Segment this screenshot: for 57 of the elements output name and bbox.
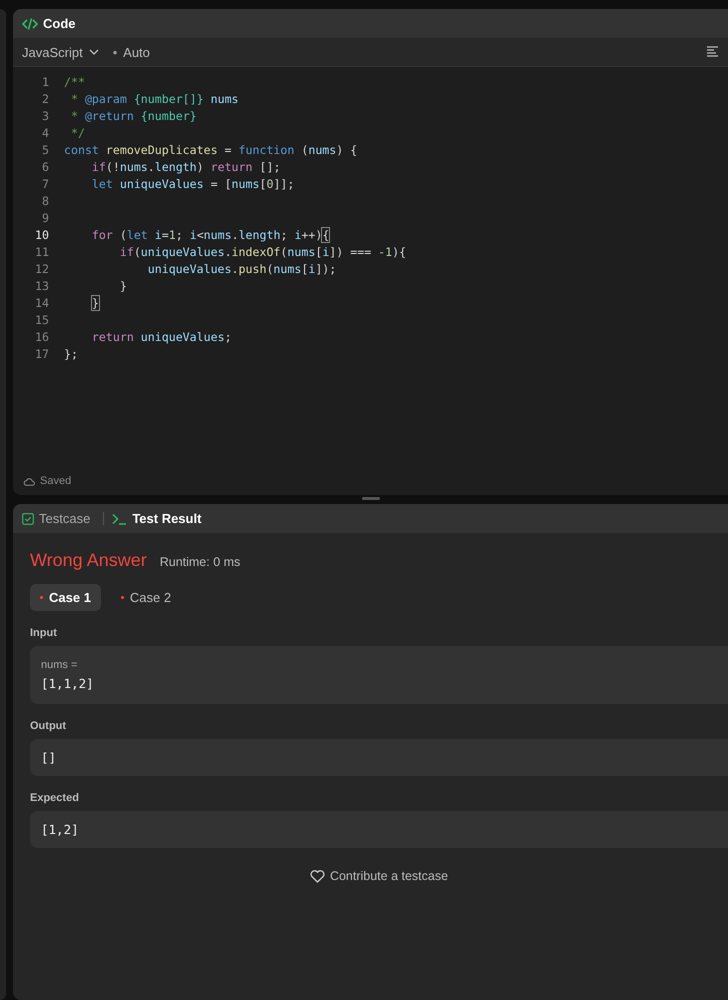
line-number: 3: [41, 108, 49, 122]
code-icon: [22, 16, 38, 30]
code-line: }: [90, 296, 99, 310]
saved-status: Saved: [40, 475, 72, 487]
line-number: 11: [34, 244, 49, 258]
line-number: 12: [34, 262, 49, 276]
contribute-link[interactable]: Contribute a testcase: [304, 868, 454, 884]
auto-mode-label[interactable]: • Auto: [112, 44, 150, 60]
format-icon[interactable]: [706, 46, 719, 58]
section-label: Output: [30, 720, 68, 732]
code-line: */: [70, 126, 85, 140]
line-number: 15: [34, 312, 49, 326]
case-tab[interactable]: Case 1: [30, 584, 101, 611]
verdict-text: Wrong Answer: [30, 550, 147, 571]
code-line: * @param {number[]} nums: [70, 92, 239, 106]
output-value: []: [41, 750, 56, 765]
input-value: [1,1,2]: [41, 676, 94, 691]
line-number: 1: [41, 74, 49, 88]
code-line: let uniqueValues = [nums[0]];: [90, 176, 294, 190]
code-line: if(uniqueValues.indexOf(nums[i]) === -1){: [118, 244, 406, 258]
case-tab[interactable]: Case 2: [110, 584, 182, 611]
line-number: 16: [34, 330, 49, 344]
panel-tab[interactable]: Testcase: [39, 511, 90, 526]
heart-icon: [310, 870, 325, 882]
panel-tab[interactable]: Test Result: [132, 511, 202, 526]
line-number: 9: [41, 210, 49, 224]
code-line: * @return {number}: [70, 108, 197, 122]
line-number: 6: [41, 160, 49, 174]
code-line: uniqueValues.push(nums[i]);: [146, 262, 336, 276]
code-line: const removeDuplicates = function (nums) {: [64, 142, 358, 156]
line-number: 5: [41, 142, 49, 156]
terminal-icon: [112, 512, 128, 524]
line-number: 10: [34, 228, 49, 242]
variable-name: nums =: [41, 659, 78, 671]
panel-title: Code: [43, 16, 76, 31]
code-line: if(!nums.length) return [];: [90, 160, 280, 174]
runtime-text: Runtime: 0 ms: [160, 555, 240, 569]
resize-handle[interactable]: [362, 497, 380, 500]
line-number: 14: [34, 296, 49, 310]
line-number: 2: [41, 92, 49, 106]
language-dropdown[interactable]: JavaScript: [22, 44, 99, 60]
section-label: Input: [30, 627, 58, 639]
cloud-icon: [23, 476, 35, 486]
line-number: 8: [41, 194, 49, 208]
code-line: }: [118, 278, 127, 292]
code-line: /**: [64, 74, 85, 88]
checkbox-icon: [22, 512, 34, 524]
section-label: Expected: [30, 792, 80, 804]
code-line: return uniqueValues;: [90, 330, 232, 344]
line-number: 7: [41, 176, 49, 190]
line-number: 17: [34, 346, 49, 360]
line-number: 13: [34, 278, 49, 292]
line-number: 4: [41, 126, 49, 140]
expected-value: [1,2]: [41, 822, 79, 837]
code-line: for (let i=1; i<nums.length; i++){: [90, 228, 330, 242]
chevron-icon: [88, 49, 99, 55]
code-line: };: [64, 346, 78, 360]
